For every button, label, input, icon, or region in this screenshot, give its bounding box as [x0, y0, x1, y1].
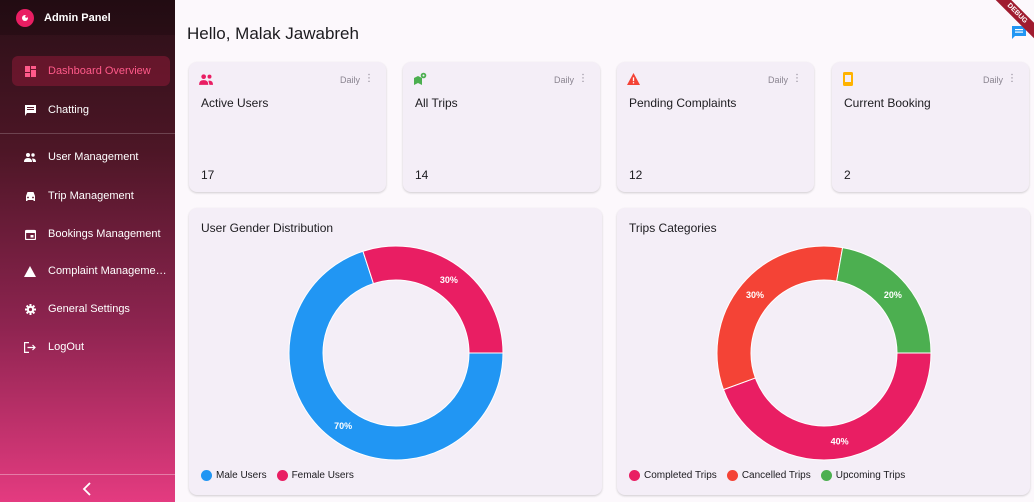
sidebar-collapse-button[interactable] [75, 481, 99, 501]
more-vert-icon[interactable]: ⋮ [1007, 73, 1017, 84]
sidebar-divider [0, 133, 175, 134]
app-logo-icon [16, 8, 34, 27]
legend-item: Cancelled Trips [726, 470, 811, 481]
stat-title: All Trips [415, 96, 458, 110]
legend-swatch [201, 470, 212, 481]
warning-icon [24, 265, 36, 277]
sidebar-item-bookings-management[interactable]: Bookings Management [12, 219, 170, 249]
people-icon [24, 151, 36, 163]
stat-card-current-booking[interactable]: Daily ⋮ Current Booking 2 [832, 62, 1029, 192]
sidebar-footer-divider [0, 474, 175, 475]
chart-legend: Male Users Female Users [201, 470, 364, 481]
message-icon [1011, 26, 1027, 45]
legend-label: Cancelled Trips [741, 470, 811, 481]
legend-item: Female Users [276, 470, 354, 481]
donut-slice-label: 70% [334, 421, 352, 431]
people-icon [199, 72, 213, 86]
stat-value: 12 [629, 168, 643, 182]
dashboard-icon [24, 65, 36, 77]
gear-icon [24, 303, 36, 315]
chevron-left-icon [82, 481, 92, 501]
donut-slice-cancelled-trips[interactable] [716, 245, 844, 391]
donut-slice-label: 30% [440, 275, 458, 285]
more-vert-icon[interactable]: ⋮ [578, 73, 588, 84]
sidebar-title: Admin Panel [44, 11, 111, 24]
stat-card-active-users[interactable]: Daily ⋮ Active Users 17 [189, 62, 386, 192]
gender-donut-chart: 70% 30% [288, 245, 504, 461]
more-vert-icon[interactable]: ⋮ [364, 73, 374, 84]
sidebar: Admin Panel Dashboard Overview Chatting … [0, 0, 175, 502]
sidebar-item-label: Bookings Management [48, 228, 161, 240]
sidebar-item-label: Dashboard Overview [48, 65, 151, 77]
sidebar-item-general-settings[interactable]: General Settings [12, 294, 170, 324]
stat-period: Daily [982, 75, 1003, 85]
calendar-icon [24, 228, 36, 240]
stat-value: 14 [415, 168, 429, 182]
legend-swatch [820, 470, 832, 481]
sidebar-item-trip-management[interactable]: Trip Management [12, 181, 170, 211]
trips-chart-card: Trips Categories 40% 30% 20% Completed Tri… [617, 208, 1030, 495]
legend-item: Male Users [201, 470, 267, 481]
donut-slice-female-users[interactable] [362, 245, 504, 354]
legend-label: Male Users [216, 470, 267, 481]
sidebar-item-label: General Settings [48, 303, 130, 315]
car-icon [24, 190, 36, 202]
chart-legend: Completed Trips Cancelled Trips Upcoming… [629, 470, 915, 481]
donut-slice-completed-trips[interactable] [722, 352, 932, 461]
legend-label: Female Users [291, 470, 354, 481]
sidebar-item-label: LogOut [48, 341, 85, 353]
stat-title: Current Booking [844, 96, 931, 110]
gender-chart-card: User Gender Distribution 70% 30% Male Use… [189, 208, 602, 495]
stat-value: 2 [844, 168, 851, 182]
donut-slice-label: 40% [831, 437, 849, 447]
sidebar-item-logout[interactable]: LogOut [12, 332, 170, 362]
legend-swatch [726, 470, 738, 481]
stat-title: Active Users [201, 96, 269, 110]
more-vert-icon[interactable]: ⋮ [792, 73, 802, 84]
sidebar-item-chatting[interactable]: Chatting [12, 95, 170, 125]
sidebar-item-user-management[interactable]: User Management [12, 142, 170, 172]
donut-slice-upcoming-trips[interactable] [836, 247, 932, 354]
chat-icon [24, 104, 36, 116]
legend-label: Completed Trips [644, 470, 717, 481]
legend-item: Completed Trips [629, 470, 717, 481]
legend-label: Upcoming Trips [835, 470, 906, 481]
map-pin-icon [413, 72, 427, 86]
sidebar-item-label: Trip Management [48, 190, 134, 202]
donut-slice-label: 30% [746, 290, 764, 300]
sidebar-item-complaint-management[interactable]: Complaint Manageme… [12, 256, 170, 286]
stat-card-all-trips[interactable]: Daily ⋮ All Trips 14 [403, 62, 600, 192]
sidebar-item-label: User Management [48, 151, 139, 163]
stat-card-pending-complaints[interactable]: Daily ⋮ Pending Complaints 12 [617, 62, 814, 192]
trips-donut-chart: 40% 30% 20% [716, 245, 932, 461]
stat-title: Pending Complaints [629, 96, 737, 110]
stat-period: Daily [339, 75, 360, 85]
sidebar-item-label: Complaint Manageme… [48, 265, 167, 277]
sidebar-header: Admin Panel [0, 0, 175, 35]
booking-icon [842, 72, 856, 86]
stat-period: Daily [767, 75, 788, 85]
sidebar-item-dashboard-overview[interactable]: Dashboard Overview [12, 56, 170, 86]
legend-item: Upcoming Trips [820, 470, 906, 481]
stat-value: 17 [201, 168, 215, 182]
sidebar-item-label: Chatting [48, 104, 89, 116]
legend-swatch [276, 470, 288, 481]
warning-icon [627, 72, 641, 86]
stat-period: Daily [553, 75, 574, 85]
logout-icon [24, 341, 36, 353]
legend-swatch [629, 470, 640, 481]
donut-slice-label: 20% [884, 290, 902, 300]
page-title: Hello, Malak Jawabreh [187, 24, 359, 43]
